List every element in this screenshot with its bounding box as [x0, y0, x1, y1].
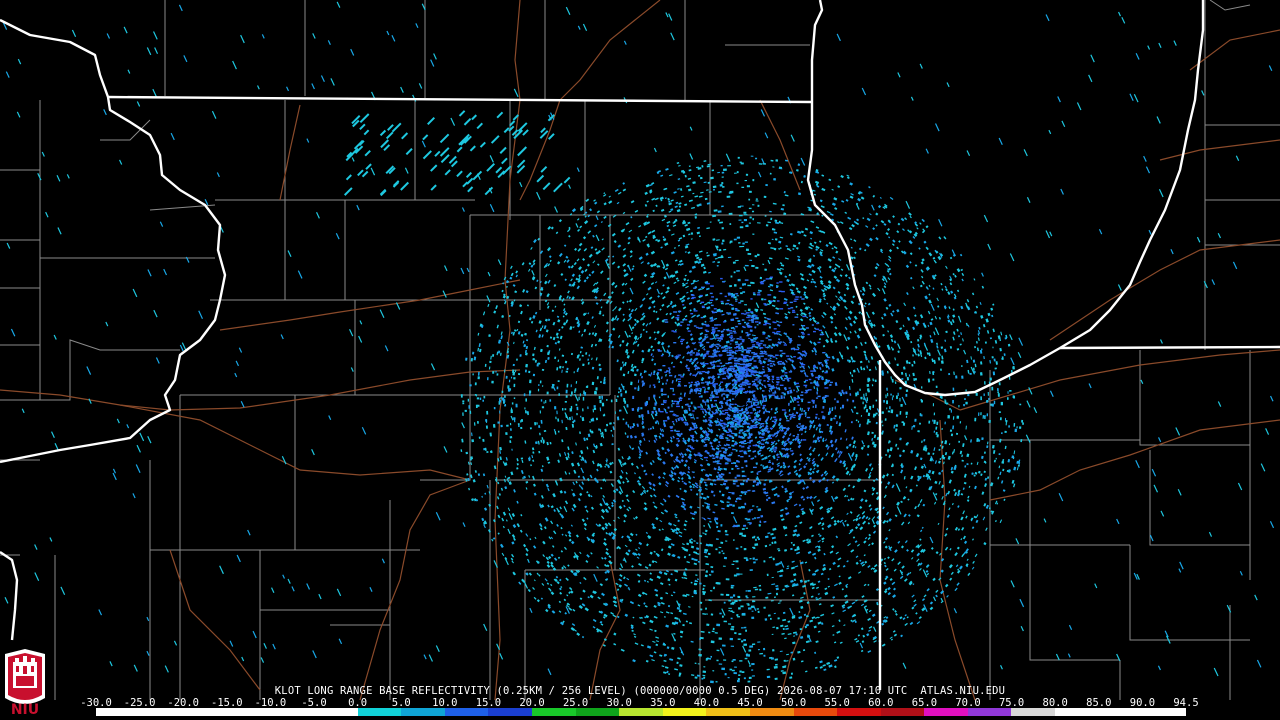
colorbar-segment — [793, 708, 838, 716]
colorbar-segment — [488, 708, 532, 716]
colorbar-segment — [575, 708, 620, 716]
colorbar-segment — [313, 708, 358, 716]
colorbar-segment — [880, 708, 925, 716]
colorbar-segment — [749, 708, 794, 716]
radar-site-marker — [735, 394, 747, 406]
colorbar-segment — [967, 708, 1012, 716]
colorbar-segment — [96, 708, 140, 716]
colorbar-segment — [837, 708, 881, 716]
colorbar-segment — [1011, 708, 1056, 716]
colorbar-segment — [619, 708, 663, 716]
colorbar-segment — [531, 708, 576, 716]
niu-logo: NIU — [5, 649, 45, 716]
colorbar-segment — [401, 708, 445, 716]
colorbar-segment — [1055, 708, 1099, 716]
niu-logo-text: NIU — [11, 702, 39, 716]
product-caption: KLOT LONG RANGE BASE REFLECTIVITY (0.25K… — [274, 685, 1006, 697]
colorbar-segment — [924, 708, 968, 716]
colorbar-segment — [357, 708, 402, 716]
colorbar-segment — [662, 708, 707, 716]
colorbar-segment — [270, 708, 314, 716]
reflectivity-colorbar — [96, 708, 1186, 716]
colorbar-segment — [444, 708, 489, 716]
colorbar-segment — [1142, 708, 1186, 716]
colorbar-segment — [226, 708, 271, 716]
colorbar-segment — [706, 708, 750, 716]
radar-map — [0, 0, 1280, 720]
in-mi-border — [1059, 345, 1280, 350]
colorbar-segment — [183, 708, 227, 716]
colorbar-segment — [1098, 708, 1143, 716]
colorbar-segment — [139, 708, 184, 716]
